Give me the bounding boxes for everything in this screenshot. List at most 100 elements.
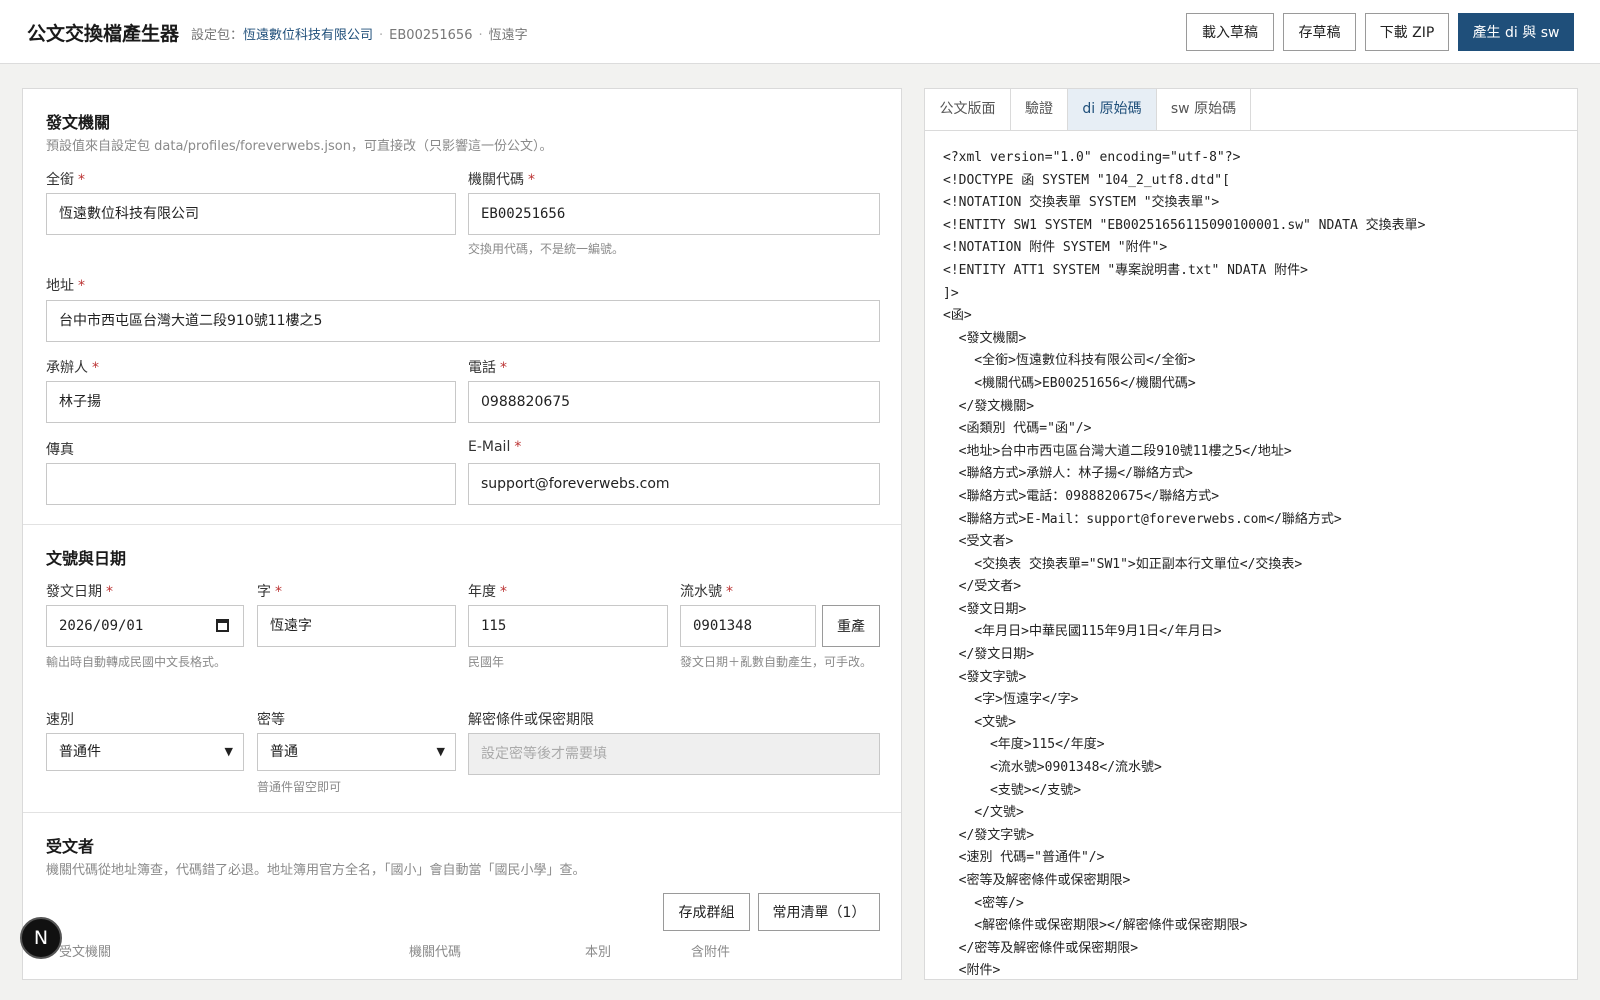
required-mark: * xyxy=(500,584,507,600)
save-draft-button[interactable]: 存草稿 xyxy=(1283,13,1356,51)
code-line: <解密條件或保密期限></解密條件或保密期限> xyxy=(943,918,1248,934)
code-line: </發文日期> xyxy=(943,647,1035,663)
phone-input[interactable]: 0988820675 xyxy=(468,381,880,423)
contact-label: 承辦人 * xyxy=(46,360,99,376)
avatar[interactable]: N xyxy=(20,917,62,959)
org-code-input[interactable]: EB00251656 xyxy=(468,193,880,235)
code-line: <!ENTITY ATT1 SYSTEM "專案說明書.txt" NDATA 附… xyxy=(943,262,1308,278)
code-line: <發文字號> xyxy=(943,669,1027,685)
code-line: </密等及解密條件或保密期限> xyxy=(943,940,1139,956)
code-line: <文號> xyxy=(943,714,1016,730)
address-label: 地址 * xyxy=(46,278,85,294)
generate-button[interactable]: 產生 di 與 sw xyxy=(1458,13,1574,51)
code-line: <聯絡方式>承辦人：林子揚</聯絡方式> xyxy=(943,466,1193,482)
fax-label: 傳真 xyxy=(46,442,74,458)
required-mark: * xyxy=(500,360,507,376)
code-line: <函> xyxy=(943,308,972,324)
code-line: </文號> xyxy=(943,805,1024,821)
section-title: 受文者 xyxy=(46,837,95,856)
chevron-down-icon: ▼ xyxy=(224,745,233,758)
section-title: 文號與日期 xyxy=(46,549,127,568)
app-title: 公文交換檔產生器 xyxy=(27,23,180,45)
profile-meta: 設定包：恆遠數位科技有限公司 · EB00251656 · 恆遠字 xyxy=(191,24,528,43)
recipients-section: 受文者 機關代碼從地址簿查，代碼錯了必退。地址簿用官方全名，「國小」會自動當「國… xyxy=(23,813,901,979)
column-header-org: 受文機關 xyxy=(59,945,112,960)
common-list-button[interactable]: 常用清單（1） xyxy=(758,893,880,931)
required-mark: * xyxy=(92,360,99,376)
tab-sw-source[interactable]: sw 原始碼 xyxy=(1157,89,1251,130)
speed-label: 速別 xyxy=(46,712,74,728)
download-zip-button[interactable]: 下載 ZIP xyxy=(1365,13,1449,51)
code-line: <聯絡方式>電話：0988820675</聯絡方式> xyxy=(943,488,1220,504)
code-line: <密等及解密條件或保密期限> xyxy=(943,873,1131,888)
code-line: <聯絡方式>E-Mail：support@foreverwebs.com</聯絡… xyxy=(943,511,1342,527)
code-line: <地址>台中市西屯區台灣大道二段910號11樓之5</地址> xyxy=(943,443,1292,459)
speed-select[interactable]: 普通件 ▼ xyxy=(46,733,244,771)
column-header-code: 機關代碼 xyxy=(409,945,462,960)
code-line: <受文者> xyxy=(943,534,1014,550)
serial-label: 流水號 * xyxy=(680,584,733,600)
org-code-hint: 交換用代碼，不是統一編號。 xyxy=(468,242,625,256)
profile-prefix: 設定包： xyxy=(191,28,244,43)
full-name-label: 全銜 * xyxy=(46,172,85,188)
numbering-section: 文號與日期 發文日期 * 2026/09/01 輸出時自動轉成民國中文長格式。 字… xyxy=(23,525,901,813)
year-input[interactable]: 115 xyxy=(468,605,668,647)
code-line: ]> xyxy=(943,285,959,301)
address-input[interactable]: 台中市西屯區台灣大道二段910號11樓之5 xyxy=(46,300,880,342)
code-line: <年月日>中華民國115年9月1日</年月日> xyxy=(943,624,1222,640)
section-description: 機關代碼從地址簿查，代碼錯了必退。地址簿用官方全名，「國小」會自動當「國民小學」… xyxy=(46,863,586,878)
year-label: 年度 * xyxy=(468,584,507,600)
code-line: <!ENTITY SW1 SYSTEM "EB00251656115090100… xyxy=(943,217,1426,233)
top-bar: 公文交換檔產生器 設定包：恆遠數位科技有限公司 · EB00251656 · 恆遠字 載… xyxy=(0,0,1600,64)
fax-input[interactable] xyxy=(46,463,456,505)
required-mark: * xyxy=(78,172,85,188)
required-mark: * xyxy=(106,584,113,600)
code-line: <!NOTATION 交換表單 SYSTEM "交換表單"> xyxy=(943,195,1220,211)
code-line: <流水號>0901348</流水號> xyxy=(943,760,1162,776)
tab-layout[interactable]: 公文版面 xyxy=(925,89,1011,130)
required-mark: * xyxy=(78,278,85,294)
code-line: <支號></支號> xyxy=(943,782,1082,798)
secrecy-select[interactable]: 普通 ▼ xyxy=(257,733,456,771)
regenerate-serial-button[interactable]: 重產 xyxy=(822,605,880,647)
word-label: 字 * xyxy=(257,584,282,600)
tab-validation[interactable]: 驗證 xyxy=(1011,89,1068,130)
section-title: 發文機關 xyxy=(46,113,111,132)
tab-di-source[interactable]: di 原始碼 xyxy=(1068,89,1157,130)
code-line: <速別 代碼="普通件"/> xyxy=(943,850,1105,866)
email-input[interactable]: support@foreverwebs.com xyxy=(468,463,880,505)
code-line: <交換表 交換表單="SW1">如正副本行文單位</交換表> xyxy=(943,556,1303,572)
contact-input[interactable]: 林子揚 xyxy=(46,381,456,423)
full-name-input[interactable]: 恆遠數位科技有限公司 xyxy=(46,193,456,235)
serial-hint: 發文日期＋亂數自動產生，可手改。 xyxy=(680,655,873,669)
code-line: <!NOTATION 附件 SYSTEM "附件"> xyxy=(943,240,1168,256)
declass-label: 解密條件或保密期限 xyxy=(468,712,594,728)
meta-org-code: EB00251656 xyxy=(389,28,473,43)
calendar-icon[interactable] xyxy=(216,619,229,632)
code-line: <?xml version="1.0" encoding="utf-8"?> xyxy=(943,150,1241,165)
code-line: <發文日期> xyxy=(943,601,1027,617)
year-hint: 民國年 xyxy=(468,655,505,669)
code-line: <全銜>恆遠數位科技有限公司</全銜> xyxy=(943,353,1196,369)
secrecy-label: 密等 xyxy=(257,712,285,728)
code-line: </發文字號> xyxy=(943,827,1035,843)
required-mark: * xyxy=(528,172,535,188)
date-input[interactable]: 2026/09/01 xyxy=(46,605,244,647)
code-line: </受文者> xyxy=(943,579,1022,595)
di-source-code: <?xml version="1.0" encoding="utf-8"?> <!… xyxy=(943,147,1573,979)
word-input[interactable]: 恆遠字 xyxy=(257,605,456,647)
save-group-button[interactable]: 存成群組 xyxy=(663,893,750,931)
org-code-label: 機關代碼 * xyxy=(468,172,535,188)
meta-word: 恆遠字 xyxy=(488,28,528,43)
load-draft-button[interactable]: 載入草稿 xyxy=(1186,13,1274,51)
preview-tabs: 公文版面 驗證 di 原始碼 sw 原始碼 xyxy=(925,89,1577,131)
required-mark: * xyxy=(514,439,522,455)
serial-input[interactable]: 0901348 xyxy=(680,605,816,647)
date-hint: 輸出時自動轉成民國中文長格式。 xyxy=(46,655,227,669)
meta-separator: · xyxy=(478,28,483,43)
profile-link[interactable]: 恆遠數位科技有限公司 xyxy=(243,28,373,43)
phone-label: 電話 * xyxy=(468,360,507,376)
chevron-down-icon: ▼ xyxy=(436,745,445,758)
column-header-attachment: 含附件 xyxy=(691,945,731,960)
email-label: E-Mail * xyxy=(468,439,522,455)
